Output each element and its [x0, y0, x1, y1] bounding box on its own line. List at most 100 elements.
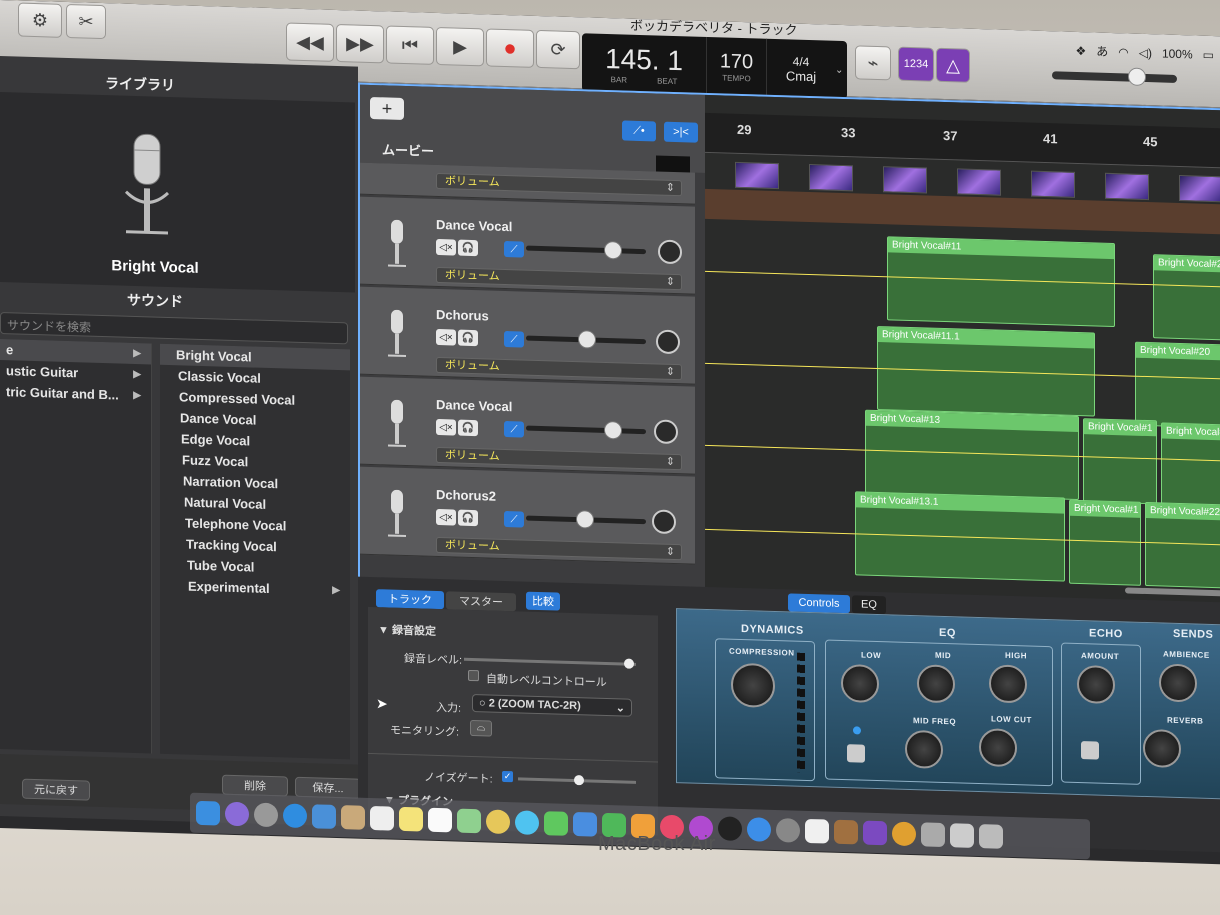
- recording-settings-header[interactable]: ▼ 録音設定: [378, 621, 436, 639]
- automation-toggle[interactable]: ⟋: [504, 240, 524, 258]
- garageband-icon[interactable]: [805, 818, 829, 844]
- eq-toggle-switch[interactable]: [847, 744, 865, 763]
- volume-slider[interactable]: [526, 330, 646, 349]
- reminders-icon[interactable]: [428, 807, 452, 833]
- reverb-knob[interactable]: [1143, 728, 1181, 769]
- tab-eq[interactable]: EQ: [852, 595, 886, 615]
- master-volume-slider[interactable]: [1052, 67, 1177, 87]
- go-to-start-icon[interactable]: ⏮: [386, 25, 434, 65]
- audio-region[interactable]: Bright Vocal#22.1: [1145, 501, 1220, 589]
- headphones-icon[interactable]: 🎧: [458, 509, 478, 527]
- audio-region[interactable]: Bright Vocal#20: [1153, 254, 1220, 341]
- mute-icon[interactable]: ◁×: [436, 418, 456, 436]
- maps-icon[interactable]: [457, 808, 481, 834]
- siri-icon[interactable]: [225, 801, 249, 827]
- tab-master[interactable]: マスター: [446, 591, 516, 612]
- category-item[interactable]: tric Guitar and B... ▶: [0, 381, 151, 406]
- audio-region[interactable]: Bright Vocal#22: [1161, 422, 1220, 509]
- count-in-button[interactable]: 1234: [898, 46, 934, 82]
- echo-amount-knob[interactable]: [1077, 664, 1115, 705]
- track-name[interactable]: Dance Vocal: [436, 217, 512, 234]
- pan-knob[interactable]: [656, 329, 680, 355]
- pan-knob[interactable]: [652, 509, 676, 535]
- revert-button[interactable]: 元に戻す: [22, 778, 90, 801]
- preset-item[interactable]: Experimental ▶: [160, 575, 350, 602]
- mail-icon[interactable]: [312, 804, 336, 829]
- noise-gate-checkbox[interactable]: ✓: [502, 770, 513, 783]
- slider-knob[interactable]: [574, 775, 584, 786]
- compression-knob[interactable]: [731, 662, 775, 709]
- tab-controls[interactable]: Controls: [788, 593, 850, 614]
- folder-icon[interactable]: [834, 819, 858, 845]
- automation-selector[interactable]: ボリューム ⇕: [436, 536, 682, 561]
- track-header[interactable]: Dance Vocal ◁× 🎧 ⟋ ボリューム ⇕: [360, 376, 695, 475]
- automation-toggle[interactable]: ⟋: [504, 420, 524, 438]
- pan-knob[interactable]: [654, 419, 678, 445]
- contacts-icon[interactable]: [341, 805, 365, 830]
- track-name[interactable]: Dchorus2: [436, 487, 496, 504]
- compare-button[interactable]: 比較: [526, 591, 560, 611]
- volume-slider[interactable]: [526, 420, 646, 440]
- auto-level-checkbox[interactable]: [468, 669, 479, 682]
- mute-icon[interactable]: ◁×: [436, 328, 456, 346]
- volume-knob[interactable]: [604, 240, 622, 260]
- messages-icon[interactable]: [515, 810, 539, 835]
- volume-slider[interactable]: [526, 510, 646, 529]
- track-header[interactable]: Dchorus2 ◁× 🎧 ⟋ ボリューム ⇕: [360, 466, 695, 565]
- automation-icon[interactable]: ⟋•: [622, 120, 656, 142]
- imovie-icon[interactable]: [863, 820, 887, 846]
- tv-icon[interactable]: [718, 816, 742, 842]
- slider-knob[interactable]: [624, 658, 634, 669]
- volume-knob[interactable]: [576, 510, 594, 529]
- volume-knob[interactable]: [578, 330, 596, 349]
- app-icon[interactable]: [892, 821, 916, 847]
- horizontal-scrollbar[interactable]: [1125, 587, 1220, 597]
- mute-icon[interactable]: ◁×: [436, 508, 456, 526]
- automation-toggle[interactable]: ⟋: [504, 510, 524, 528]
- downloads-icon[interactable]: [921, 822, 945, 848]
- trash-icon[interactable]: [979, 824, 1003, 849]
- monitoring-icon[interactable]: ⌓: [470, 719, 492, 737]
- fast-forward-icon[interactable]: ▶▶: [336, 23, 384, 64]
- facetime-icon[interactable]: [544, 811, 568, 836]
- battery-icon[interactable]: ▭: [1203, 47, 1214, 61]
- tuner-icon[interactable]: ⌁: [855, 45, 891, 81]
- speaker-icon[interactable]: ◁): [1139, 45, 1152, 59]
- headphones-icon[interactable]: 🎧: [458, 239, 478, 257]
- track-name[interactable]: Dchorus: [436, 307, 489, 324]
- volume-slider[interactable]: [526, 240, 646, 260]
- echo-toggle-switch[interactable]: [1081, 741, 1099, 760]
- dropbox-icon[interactable]: ❖: [1075, 43, 1086, 57]
- volume-knob[interactable]: [604, 420, 622, 440]
- smart-controls-icon[interactable]: ⚙: [18, 2, 62, 38]
- app-store-icon[interactable]: [747, 817, 771, 842]
- mute-icon[interactable]: ◁×: [436, 238, 456, 256]
- photos-icon[interactable]: [486, 809, 510, 835]
- track-name[interactable]: Dance Vocal: [436, 397, 512, 414]
- wifi-icon[interactable]: ◠: [1118, 45, 1128, 59]
- documents-icon[interactable]: [950, 823, 974, 848]
- record-level-slider[interactable]: [464, 657, 636, 669]
- track-header[interactable]: Dance Vocal ◁× 🎧 ⟋ ボリューム ⇕: [360, 196, 695, 295]
- headphones-icon[interactable]: 🎧: [458, 419, 478, 437]
- launchpad-icon[interactable]: [254, 802, 278, 828]
- snap-icon[interactable]: >|<: [664, 121, 698, 143]
- input-select[interactable]: ○ 2 (ZOOM TAC-2R) ⌄: [472, 694, 632, 717]
- timeline[interactable]: 29 33 37 41 45 Bright Vocal#11 Bright Vo…: [705, 94, 1220, 606]
- automation-selector[interactable]: ボリューム ⇕: [436, 266, 682, 291]
- automation-toggle[interactable]: ⟋: [504, 330, 524, 348]
- sound-search-input[interactable]: サウンドを検索: [0, 312, 348, 345]
- metronome-icon[interactable]: △: [936, 47, 970, 83]
- system-preferences-icon[interactable]: [776, 818, 800, 843]
- ambience-knob[interactable]: [1159, 663, 1197, 703]
- eq-mid-knob[interactable]: [917, 664, 955, 704]
- automation-selector[interactable]: ボリューム ⇕: [436, 356, 682, 381]
- finder-icon[interactable]: [196, 800, 220, 826]
- rewind-icon[interactable]: ◀◀: [286, 22, 334, 62]
- eq-low-knob[interactable]: [841, 663, 879, 704]
- audio-region[interactable]: Bright Vocal#1: [1083, 418, 1157, 505]
- scissors-icon[interactable]: ✂: [66, 3, 106, 40]
- master-volume-knob[interactable]: [1128, 67, 1146, 87]
- cycle-icon[interactable]: ⟳: [536, 29, 580, 70]
- audio-region[interactable]: Bright Vocal#20: [1135, 341, 1220, 429]
